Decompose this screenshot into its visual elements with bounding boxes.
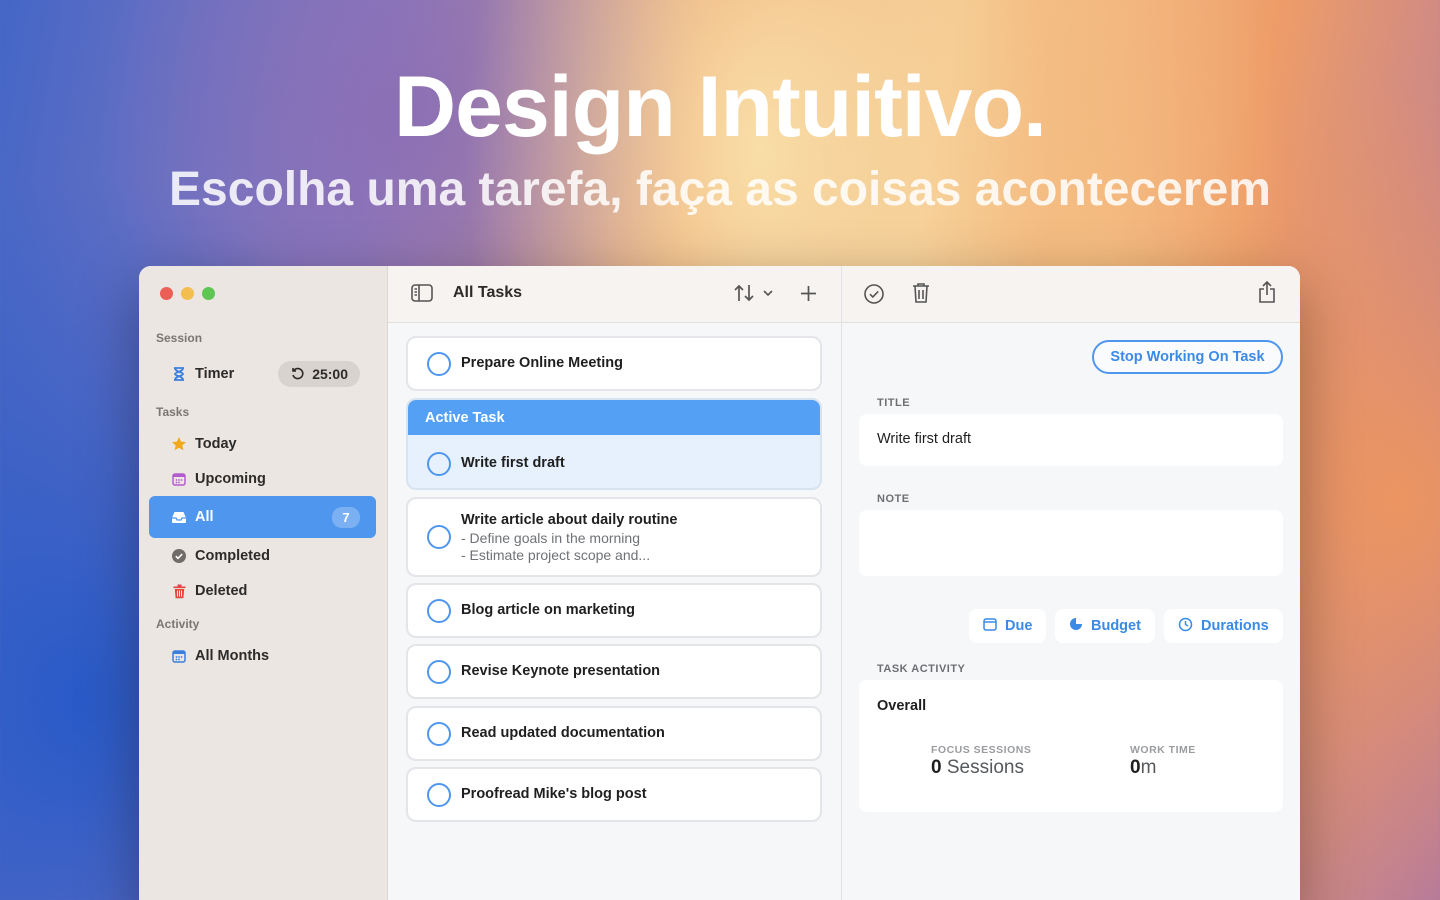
sidebar-item-upcoming[interactable]: Upcoming bbox=[149, 458, 376, 500]
sidebar-item-label: All bbox=[195, 509, 214, 525]
section-label-tasks: Tasks bbox=[156, 405, 190, 419]
durations-button[interactable]: Durations bbox=[1164, 609, 1283, 643]
timer-value: 25:00 bbox=[312, 366, 348, 382]
task-title: Revise Keynote presentation bbox=[461, 662, 661, 679]
sidebar-item-label: All Months bbox=[195, 648, 270, 664]
task-activity-card: Overall FOCUS SESSIONS 0 Sessions WORK T… bbox=[859, 680, 1283, 812]
note-field[interactable] bbox=[859, 510, 1283, 576]
active-task-card[interactable]: Active Task Write first draft bbox=[406, 398, 822, 490]
section-label-activity: Activity bbox=[156, 617, 200, 631]
star-icon bbox=[171, 436, 187, 452]
share-icon[interactable] bbox=[1258, 280, 1276, 308]
complete-task-icon[interactable] bbox=[863, 283, 885, 310]
sort-icon[interactable] bbox=[734, 283, 776, 308]
stop-working-button[interactable]: Stop Working On Task bbox=[1092, 340, 1283, 374]
task-card[interactable]: Proofread Mike's blog post bbox=[406, 767, 822, 822]
overall-label: Overall bbox=[877, 698, 927, 714]
due-button[interactable]: Due bbox=[969, 609, 1047, 643]
task-list-pane: All Tasks Prepare Online Meeting Active … bbox=[388, 266, 842, 900]
task-detail-pane: Stop Working On Task TITLE Write first d… bbox=[842, 266, 1300, 900]
note-field-label: NOTE bbox=[877, 493, 910, 505]
timer-icon bbox=[1178, 617, 1193, 636]
count-badge: 7 bbox=[332, 507, 360, 528]
budget-label: Budget bbox=[1091, 618, 1141, 634]
hourglass-icon bbox=[171, 366, 187, 382]
sidebar-item-all[interactable]: All 7 bbox=[149, 496, 376, 538]
task-title: Proofread Mike's blog post bbox=[461, 785, 647, 802]
app-window: Session Timer 25:00 Tasks Today Upcoming… bbox=[139, 266, 1300, 900]
task-checkbox[interactable] bbox=[427, 659, 451, 684]
task-checkbox[interactable] bbox=[427, 782, 451, 807]
tray-icon bbox=[171, 509, 187, 525]
title-field-label: TITLE bbox=[877, 397, 911, 409]
active-task-header: Active Task bbox=[408, 400, 820, 435]
sidebar-item-deleted[interactable]: Deleted bbox=[149, 570, 376, 612]
task-note-line: - Define goals in the morning bbox=[461, 530, 640, 546]
calendar-icon bbox=[983, 617, 997, 635]
sidebar: Session Timer 25:00 Tasks Today Upcoming… bbox=[139, 266, 388, 900]
window-controls bbox=[160, 287, 215, 300]
detail-toolbar bbox=[842, 266, 1300, 323]
task-card[interactable]: Write article about daily routine - Defi… bbox=[406, 497, 822, 577]
zoom-window-button[interactable] bbox=[202, 287, 215, 300]
work-time-value: 0m bbox=[1130, 757, 1156, 779]
task-checkbox[interactable] bbox=[427, 351, 451, 376]
task-title: Prepare Online Meeting bbox=[461, 354, 623, 371]
durations-label: Durations bbox=[1201, 618, 1269, 634]
task-title: Write first draft bbox=[461, 455, 565, 471]
sidebar-item-label: Completed bbox=[195, 548, 270, 564]
add-task-icon[interactable] bbox=[800, 285, 817, 307]
check-circle-icon bbox=[171, 548, 187, 564]
sidebar-item-all-months[interactable]: All Months bbox=[149, 635, 376, 677]
title-field[interactable]: Write first draft bbox=[859, 414, 1283, 466]
task-checkbox[interactable] bbox=[427, 525, 451, 549]
close-window-button[interactable] bbox=[160, 287, 173, 300]
task-card[interactable]: Read updated documentation bbox=[406, 706, 822, 761]
task-activity-label: TASK ACTIVITY bbox=[877, 663, 966, 675]
task-card[interactable]: Prepare Online Meeting bbox=[406, 336, 822, 391]
timer-reset-icon bbox=[290, 366, 304, 383]
focus-sessions-unit: Sessions bbox=[941, 757, 1024, 778]
task-list-toolbar: All Tasks bbox=[388, 266, 841, 323]
due-label: Due bbox=[1005, 618, 1033, 634]
minimize-window-button[interactable] bbox=[181, 287, 194, 300]
pie-chart-icon bbox=[1069, 617, 1083, 635]
task-card[interactable]: Blog article on marketing bbox=[406, 583, 822, 638]
work-time-number: 0 bbox=[1130, 757, 1141, 778]
task-note-line: - Estimate project scope and... bbox=[461, 547, 651, 563]
section-label-session: Session bbox=[156, 331, 203, 345]
delete-task-icon[interactable] bbox=[912, 282, 930, 308]
timer-pill[interactable]: 25:00 bbox=[278, 361, 360, 387]
work-time-unit: m bbox=[1140, 757, 1157, 778]
task-title: Blog article on marketing bbox=[461, 601, 636, 618]
sidebar-item-label: Today bbox=[195, 436, 237, 452]
focus-sessions-value: 0 Sessions bbox=[931, 757, 1024, 779]
trash-icon bbox=[171, 583, 187, 599]
task-checkbox[interactable] bbox=[427, 452, 451, 476]
calendar-icon bbox=[171, 648, 187, 664]
hero-subtitle: Escolha uma tarefa, faça as coisas acont… bbox=[169, 163, 1271, 216]
sidebar-item-label: Upcoming bbox=[195, 471, 266, 487]
focus-sessions-label: FOCUS SESSIONS bbox=[931, 744, 1032, 756]
task-list-title: All Tasks bbox=[453, 284, 523, 301]
sidebar-item-label: Timer bbox=[195, 366, 235, 382]
sidebar-toggle-icon[interactable] bbox=[411, 284, 433, 307]
task-checkbox[interactable] bbox=[427, 598, 451, 623]
task-checkbox[interactable] bbox=[427, 721, 451, 746]
sidebar-item-timer[interactable]: Timer 25:00 bbox=[149, 353, 376, 395]
focus-sessions-number: 0 bbox=[931, 757, 942, 778]
task-title: Read updated documentation bbox=[461, 724, 665, 741]
hero-title: Design Intuitivo. bbox=[394, 59, 1047, 155]
task-card[interactable]: Revise Keynote presentation bbox=[406, 644, 822, 699]
task-title: Write article about daily routine bbox=[461, 512, 678, 528]
budget-button[interactable]: Budget bbox=[1055, 609, 1155, 643]
sidebar-item-label: Deleted bbox=[195, 583, 248, 599]
calendar-icon bbox=[171, 471, 187, 487]
work-time-label: WORK TIME bbox=[1130, 744, 1196, 756]
